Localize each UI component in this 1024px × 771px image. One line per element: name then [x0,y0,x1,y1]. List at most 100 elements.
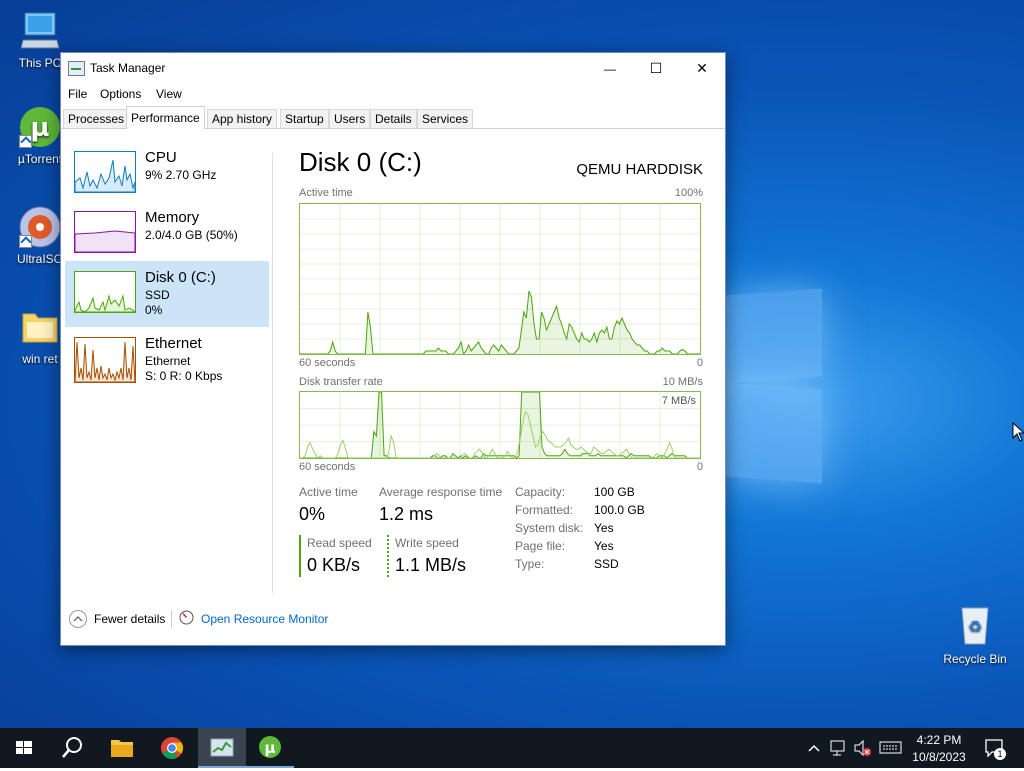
sidebar-item-subtitle: 2.0/4.0 GB (50%) [145,228,238,242]
shortcut-arrow-icon [19,135,32,148]
sidebar-item-subtitle-2: S: 0 R: 0 Kbps [145,369,223,383]
window-title: Task Manager [90,61,166,75]
sidebar-item-title: CPU [145,149,177,166]
disk-thumbnail-graph [74,271,136,313]
menu-options[interactable]: Options [100,87,141,101]
tab-processes[interactable]: Processes [63,109,130,128]
desktop-icon-label: Recycle Bin [943,652,1007,666]
open-resource-monitor-label: Open Resource Monitor [201,612,329,626]
sidebar-item-title: Memory [145,209,200,226]
recycle-bin-icon: ♻ [954,602,996,646]
transfer-rate-graph: 7 MB/s [299,391,701,459]
prop-page-file-label: Page file: [515,539,566,553]
tab-startup[interactable]: Startup [280,109,329,128]
menu-view[interactable]: View [156,87,182,101]
task-manager-taskbar-button[interactable] [198,728,246,768]
disk-model: QEMU HARDDISK [576,161,703,178]
action-center-button[interactable]: 1 [980,728,1010,768]
transfer-rate-graph-label: Disk transfer rate [299,376,383,388]
utorrent-icon: µ [19,106,61,148]
file-explorer-button[interactable] [98,728,146,768]
volume-tray-button[interactable] [852,728,874,768]
prop-type-value: SSD [594,557,619,571]
prop-formatted-value: 100.0 GB [594,503,645,517]
search-button[interactable] [48,728,96,768]
sidebar-item-title: Ethernet [145,335,202,352]
close-button[interactable]: ✕ [679,53,725,83]
clock-time: 4:22 PM [916,733,962,747]
chrome-icon [161,737,183,759]
task-manager-window: Task Manager — ☐ ✕ File Options View Pro… [60,52,726,646]
sidebar-divider [272,153,273,593]
avg-response-label: Average response time [379,485,503,499]
write-speed-indicator [387,535,389,577]
task-manager-icon [210,738,234,757]
network-disconnected-icon [830,740,845,756]
read-speed-value: 0 KB/s [307,555,361,575]
utorrent-icon: µ [259,736,281,758]
transfer-rate-graph-time: 60 seconds [299,461,356,473]
maximize-button[interactable]: ☐ [633,53,679,83]
desktop-icon-recycle-bin[interactable]: ♻ Recycle Bin [942,602,1008,666]
fewer-details-label: Fewer details [94,612,166,626]
disk-title: Disk 0 (C:) [299,147,422,177]
chevron-up-icon [808,744,820,752]
task-manager-app-icon [68,61,85,76]
show-hidden-icons-button[interactable] [806,728,822,768]
sidebar-item-disk-0[interactable]: Disk 0 (C:) SSD 0% [65,261,269,327]
tab-bar: Processes Performance App history Startu… [61,106,725,129]
transfer-rate-graph-min: 0 [696,461,703,473]
transfer-rate-graph-max: 10 MB/s [662,376,703,388]
prop-type-label: Type: [515,557,545,571]
active-time-graph-min: 0 [696,357,703,369]
menu-bar: File Options View [61,83,725,105]
prop-page-file-value: Yes [594,539,614,553]
search-icon [62,737,82,758]
active-time-graph-max: 100% [674,187,703,199]
mouse-cursor-icon [1012,421,1024,445]
footer-divider [171,610,172,628]
resource-monitor-icon [179,610,194,625]
windows-logo-pane-top [726,288,822,384]
memory-thumbnail-graph [74,211,136,253]
sidebar-item-memory[interactable]: Memory 2.0/4.0 GB (50%) [65,197,269,261]
active-time-value: 0% [299,504,326,524]
svg-text:µ: µ [30,113,49,143]
tab-performance[interactable]: Performance [126,106,205,129]
title-bar[interactable]: Task Manager — ☐ ✕ [61,53,725,83]
sidebar-item-ethernet[interactable]: Ethernet Ethernet S: 0 R: 0 Kbps [65,327,269,397]
computer-icon [19,10,61,52]
avg-response-value: 1.2 ms [379,504,434,524]
sidebar-item-subtitle: 9% 2.70 GHz [145,168,217,182]
svg-text:♻: ♻ [968,617,982,636]
active-time-label: Active time [299,485,358,499]
minimize-button[interactable]: — [587,53,633,83]
chrome-button[interactable] [148,728,196,768]
active-time-graph [299,203,701,355]
clock-date: 10/8/2023 [912,750,966,764]
read-speed-label: Read speed [307,536,372,550]
clock[interactable]: 4:22 PM 10/8/2023 [906,728,972,768]
notification-count-badge: 1 [994,748,1006,760]
write-speed-label: Write speed [395,536,459,550]
disc-icon [19,206,61,248]
svg-text:µ: µ [264,739,275,757]
sidebar-item-subtitle-2: 0% [145,303,163,317]
menu-file[interactable]: File [68,87,87,101]
sidebar-item-title: Disk 0 (C:) [145,269,216,286]
prop-capacity-label: Capacity: [515,485,566,499]
sidebar-item-cpu[interactable]: CPU 9% 2.70 GHz [65,137,269,201]
tab-app-history[interactable]: App history [207,109,278,128]
tab-services[interactable]: Services [417,109,474,128]
minimize-icon: — [604,62,616,76]
tab-details[interactable]: Details [370,109,417,128]
keyboard-tray-button[interactable] [878,728,904,768]
maximize-icon: ☐ [649,60,663,76]
prop-capacity-value: 100 GB [594,485,635,499]
sidebar-item-subtitle: Ethernet [145,354,191,368]
network-tray-button[interactable] [828,728,850,768]
windows-logo-pane-bottom [726,382,822,484]
start-button[interactable] [0,728,48,768]
tab-users[interactable]: Users [329,109,371,128]
utorrent-taskbar-button[interactable]: µ [246,728,294,768]
